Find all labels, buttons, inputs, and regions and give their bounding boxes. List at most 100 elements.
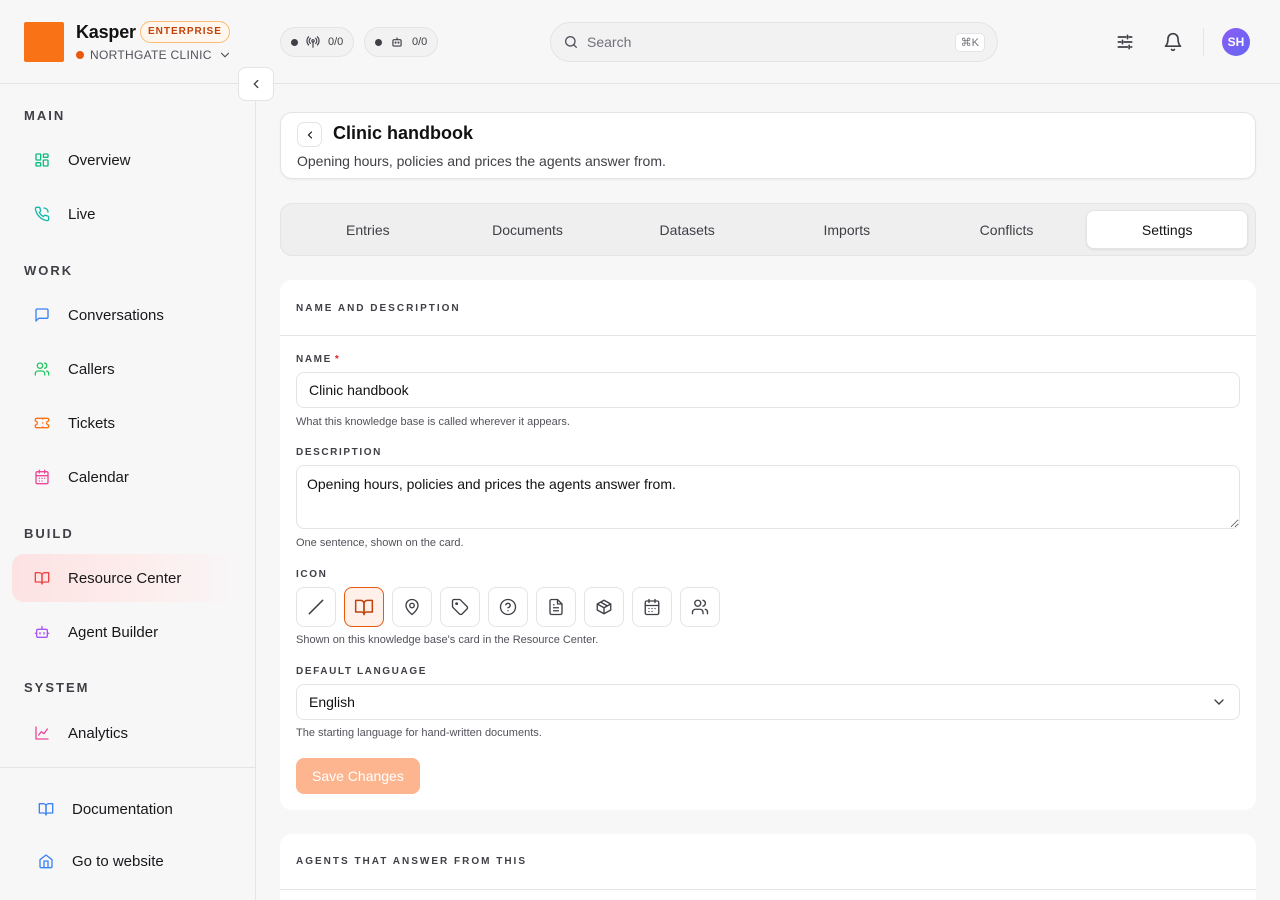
sidebar-item-go-to-website[interactable]: Go to website [16,837,248,885]
back-button[interactable] [297,122,322,147]
collapse-sidebar-button[interactable] [238,67,274,101]
sidebar-item-label: Agent Builder [68,623,159,641]
name-description-card: NAME AND DESCRIPTION NAME* What this kno… [280,280,1256,810]
user-avatar[interactable]: SH [1222,28,1250,56]
chevron-down-icon [1214,699,1224,705]
sidebar: MAIN Overview Live WORK Conversations Ca… [0,84,256,900]
sidebar-item-analytics[interactable]: Analytics [12,709,244,757]
search-input[interactable] [587,34,947,50]
sidebar-section-system: SYSTEM [24,680,90,695]
top-bar: Kasper ENTERPRISE NORTHGATE CLINIC 0/0 0… [0,0,1280,84]
org-name: NORTHGATE CLINIC [90,48,212,62]
tab-entries[interactable]: Entries [288,210,448,249]
app-name: Kasper [76,22,136,42]
sidebar-item-label: Tickets [68,414,115,432]
broadcast-icon [306,36,320,48]
users-icon [34,362,50,376]
chat-icon [35,308,49,322]
search-shortcut: ⌘K [954,32,985,52]
tab-settings[interactable]: Settings [1086,210,1249,249]
required-marker: * [334,354,341,365]
icon-option-document[interactable] [536,587,576,627]
page-subtitle: Opening hours, policies and prices the a… [297,153,666,169]
description-label: DESCRIPTION [296,447,382,458]
document-icon [549,598,563,616]
section-divider [280,889,1256,890]
language-select[interactable]: English [296,684,1240,720]
section-divider [280,335,1256,336]
icon-option-map-pin[interactable] [392,587,432,627]
calendar-icon [35,469,49,485]
icon-option-help[interactable] [488,587,528,627]
robot-icon [392,37,402,47]
tag-icon [451,598,469,616]
chevron-left-icon [253,79,259,89]
icon-label: ICON [296,569,328,580]
org-switcher[interactable]: NORTHGATE CLINIC [76,48,232,62]
none-icon [308,599,324,615]
sidebar-section-build: BUILD [24,526,74,541]
sidebar-item-label: Calendar [68,468,129,486]
icon-option-calendar[interactable] [632,587,672,627]
search-bar[interactable]: ⌘K [550,22,998,62]
chevron-left-icon [307,130,312,139]
book-icon [38,803,54,816]
sidebar-item-documentation[interactable]: Documentation [16,785,248,833]
sidebar-item-label: Documentation [72,800,173,818]
icon-option-box[interactable] [584,587,624,627]
icon-option-tag[interactable] [440,587,480,627]
tab-conflicts[interactable]: Conflicts [927,210,1087,249]
agents-status[interactable]: 0/0 [364,27,439,57]
name-label-text: NAME [296,354,332,365]
sliders-icon [1117,34,1133,50]
calendar-icon [644,598,660,616]
home-icon [39,854,53,869]
language-value: English [309,694,355,710]
status-dot [375,38,382,46]
live-calls-status[interactable]: 0/0 [280,27,355,57]
tab-datasets[interactable]: Datasets [607,210,767,249]
name-help: What this knowledge base is called where… [296,416,570,428]
users-icon [691,599,709,615]
icon-option-users[interactable] [680,587,720,627]
sidebar-item-label: Conversations [68,306,164,324]
language-label: DEFAULT LANGUAGE [296,666,427,677]
sidebar-item-agent-builder[interactable]: Agent Builder [12,608,244,656]
name-label: NAME * [296,354,340,365]
sidebar-item-tickets[interactable]: Tickets [12,399,244,447]
tab-imports[interactable]: Imports [767,210,927,249]
sidebar-item-callers[interactable]: Callers [12,345,244,393]
icon-option-book[interactable] [344,587,384,627]
description-input[interactable]: Opening hours, policies and prices the a… [296,465,1240,529]
save-changes-button[interactable]: Save Changes [296,758,420,794]
description-help: One sentence, shown on the card. [296,537,464,549]
sidebar-item-label: Overview [68,151,131,169]
icon-help: Shown on this knowledge base's card in t… [296,634,599,646]
sidebar-item-live[interactable]: Live [12,190,244,238]
sidebar-item-overview[interactable]: Overview [12,136,244,184]
sidebar-item-label: Go to website [72,852,164,870]
phone-icon [34,206,50,222]
icon-picker [296,587,720,627]
org-status-dot [76,51,84,59]
brand-logo[interactable] [24,22,64,62]
status-dot [291,38,298,46]
book-icon [354,599,374,616]
sidebar-section-main: MAIN [24,108,66,123]
chevron-down-icon [220,52,229,58]
box-icon [596,599,612,615]
name-input[interactable] [296,372,1240,408]
sidebar-item-resource-center[interactable]: Resource Center [12,554,244,602]
topbar-divider [1203,28,1204,56]
sidebar-item-label: Analytics [68,724,129,742]
notifications-button[interactable] [1161,30,1185,54]
sidebar-item-conversations[interactable]: Conversations [12,291,244,339]
sidebar-item-label: Live [68,205,96,223]
sidebar-section-work: WORK [24,263,74,278]
sidebar-item-calendar[interactable]: Calendar [12,453,244,501]
sidebar-item-label: Callers [68,360,115,378]
plan-badge: ENTERPRISE [140,21,230,43]
filters-button[interactable] [1113,30,1137,54]
tab-documents[interactable]: Documents [448,210,608,249]
icon-option-none[interactable] [296,587,336,627]
